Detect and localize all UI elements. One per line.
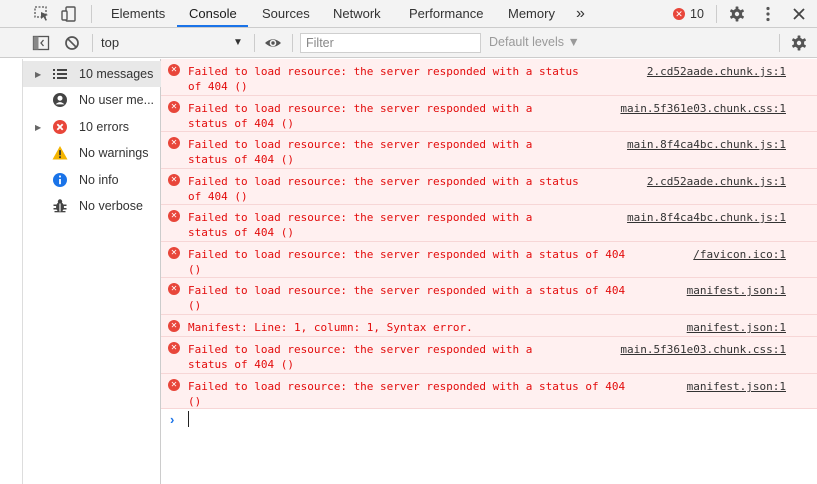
console-error-row[interactable]: ✕ Failed to load resource: the server re…	[161, 96, 817, 132]
tab-elements[interactable]: Elements	[111, 0, 165, 27]
error-message-text: Failed to load resource: the server resp…	[188, 211, 533, 239]
console-sidebar: ▶ 10 messages No user me... ▶ 10 errors …	[22, 59, 161, 484]
error-message-text: Failed to load resource: the server resp…	[188, 138, 533, 166]
source-link[interactable]: manifest.json:1	[687, 320, 786, 335]
sidebar-item-user-messages[interactable]: No user me...	[23, 87, 161, 113]
inspect-element-icon[interactable]	[32, 4, 52, 24]
toolbar-divider	[716, 5, 717, 23]
console-error-row[interactable]: ✕ Failed to load resource: the server re…	[161, 242, 817, 278]
more-tabs-button[interactable]: »	[576, 0, 585, 27]
console-input-cursor[interactable]	[188, 411, 189, 427]
sidebar-item-verbose[interactable]: No verbose	[23, 193, 161, 219]
console-error-row[interactable]: ✕ Failed to load resource: the server re…	[161, 278, 817, 315]
error-message-text: Failed to load resource: the server resp…	[188, 102, 533, 130]
error-icon: ✕	[168, 342, 180, 354]
log-levels-dropdown[interactable]: Default levels ▼	[489, 28, 580, 57]
error-message-text: Failed to load resource: the server resp…	[188, 65, 579, 93]
info-icon	[52, 172, 68, 188]
error-message-text: Manifest: Line: 1, column: 1, Syntax err…	[188, 321, 473, 334]
error-icon: ✕	[168, 247, 180, 259]
source-link[interactable]: manifest.json:1	[687, 283, 786, 298]
error-message-text: Failed to load resource: the server resp…	[188, 343, 533, 371]
toolbar-divider	[92, 34, 93, 52]
chevron-down-icon[interactable]: ▼	[233, 28, 243, 57]
sidebar-item-errors[interactable]: ▶ 10 errors	[23, 114, 161, 140]
devtools-tab-bar: Elements Console Sources Network Perform…	[0, 0, 817, 28]
source-link[interactable]: main.5f361e03.chunk.css:1	[620, 342, 786, 357]
settings-gear-icon[interactable]	[727, 4, 747, 24]
error-message-text: Failed to load resource: the server resp…	[188, 380, 626, 408]
error-icon: ✕	[168, 137, 180, 149]
sidebar-toggle-icon[interactable]	[31, 33, 51, 53]
source-link[interactable]: /favicon.ico:1	[693, 247, 786, 262]
source-link[interactable]: manifest.json:1	[687, 379, 786, 394]
error-icon: ✕	[673, 8, 685, 20]
console-prompt-chevron-icon: ›	[170, 412, 175, 427]
sidebar-item-info[interactable]: No info	[23, 167, 161, 193]
sidebar-item-label: No verbose	[79, 199, 143, 213]
sidebar-item-label: No warnings	[79, 146, 149, 160]
console-error-row[interactable]: ✕ Failed to load resource: the server re…	[161, 337, 817, 374]
console-error-row[interactable]: ✕ Manifest: Line: 1, column: 1, Syntax e…	[161, 315, 817, 337]
error-message-text: Failed to load resource: the server resp…	[188, 284, 626, 312]
console-error-row[interactable]: ✕ Failed to load resource: the server re…	[161, 132, 817, 169]
sidebar-item-label: 10 messages	[79, 67, 154, 81]
tab-performance[interactable]: Performance	[409, 0, 483, 27]
source-link[interactable]: main.8f4ca4bc.chunk.js:1	[627, 210, 786, 225]
console-error-row[interactable]: ✕ Failed to load resource: the server re…	[161, 374, 817, 409]
source-link[interactable]: main.8f4ca4bc.chunk.js:1	[627, 137, 786, 152]
more-options-icon[interactable]	[758, 4, 778, 24]
error-icon: ✕	[168, 174, 180, 186]
active-tab-indicator	[177, 25, 248, 27]
console-error-row[interactable]: ✕ Failed to load resource: the server re…	[161, 59, 817, 96]
console-error-row[interactable]: ✕ Failed to load resource: the server re…	[161, 169, 817, 205]
error-message-text: Failed to load resource: the server resp…	[188, 175, 579, 203]
list-icon	[52, 66, 68, 82]
toolbar-divider	[779, 34, 780, 52]
live-expression-eye-icon[interactable]	[263, 33, 283, 53]
console-toolbar: top ▼ Default levels ▼	[0, 28, 817, 58]
error-icon: ✕	[168, 379, 180, 391]
tab-memory[interactable]: Memory	[508, 0, 555, 27]
tab-sources[interactable]: Sources	[262, 0, 310, 27]
context-selector[interactable]: top	[101, 28, 119, 57]
toolbar-divider	[91, 5, 92, 23]
expand-arrow-icon[interactable]: ▶	[35, 123, 41, 132]
sidebar-item-label: No user me...	[79, 93, 155, 107]
clear-console-icon[interactable]	[62, 33, 82, 53]
error-icon: ✕	[168, 101, 180, 113]
error-icon	[52, 119, 68, 135]
console-settings-gear-icon[interactable]	[789, 33, 809, 53]
console-error-row[interactable]: ✕ Failed to load resource: the server re…	[161, 205, 817, 242]
error-icon: ✕	[168, 64, 180, 76]
device-toolbar-icon[interactable]	[59, 4, 79, 24]
error-counter[interactable]: ✕ 10	[673, 6, 704, 22]
source-link[interactable]: 2.cd52aade.chunk.js:1	[647, 174, 786, 189]
filter-input[interactable]	[300, 33, 481, 53]
error-icon: ✕	[168, 210, 180, 222]
error-message-text: Failed to load resource: the server resp…	[188, 248, 626, 276]
user-icon	[52, 92, 68, 108]
sidebar-item-label: 10 errors	[79, 120, 130, 134]
tab-console[interactable]: Console	[189, 0, 237, 27]
error-count-label: 10	[690, 7, 704, 21]
error-icon: ✕	[168, 283, 180, 295]
warning-icon	[52, 145, 68, 161]
toolbar-divider	[254, 34, 255, 52]
tab-network[interactable]: Network	[333, 0, 381, 27]
source-link[interactable]: 2.cd52aade.chunk.js:1	[647, 64, 786, 79]
error-icon: ✕	[168, 320, 180, 332]
toolbar-divider	[292, 34, 293, 52]
bug-icon	[52, 198, 68, 214]
sidebar-item-warnings[interactable]: No warnings	[23, 140, 161, 166]
console-messages: ✕ Failed to load resource: the server re…	[161, 59, 817, 484]
expand-arrow-icon[interactable]: ▶	[35, 70, 41, 79]
close-icon[interactable]	[789, 4, 809, 24]
sidebar-item-messages[interactable]: ▶ 10 messages	[23, 61, 161, 87]
sidebar-item-label: No info	[79, 173, 119, 187]
source-link[interactable]: main.5f361e03.chunk.css:1	[620, 101, 786, 116]
